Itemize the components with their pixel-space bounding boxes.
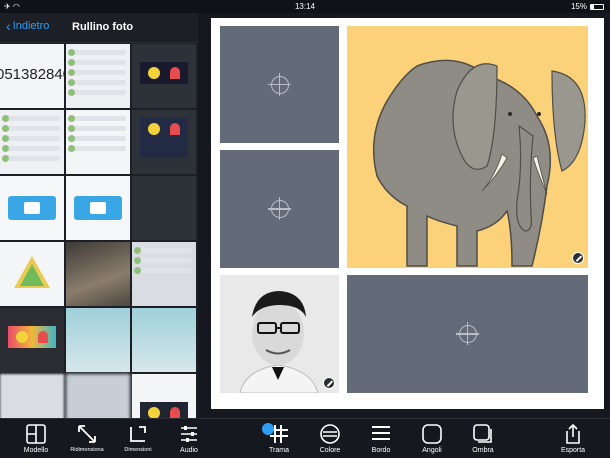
border-icon <box>372 426 390 440</box>
back-label: Indietro <box>12 20 50 32</box>
battery-percent: 15% <box>570 2 587 11</box>
tool-label: Colore <box>319 447 341 454</box>
shadow-icon <box>473 424 492 443</box>
empty-photo-slot[interactable] <box>220 150 339 268</box>
photo-thumb[interactable] <box>0 110 64 174</box>
portrait-photo-slot[interactable] <box>220 275 339 393</box>
tool-ombra[interactable]: Ombra <box>458 423 508 454</box>
resize-icon <box>78 425 96 443</box>
portrait-photo <box>220 275 339 393</box>
tool-colore[interactable]: Colore <box>305 423 355 454</box>
chevron-left-icon: ‹ <box>6 18 11 34</box>
thumb-number-text: 051382840 <box>0 66 64 83</box>
share-icon <box>566 423 580 444</box>
tool-esporta[interactable]: Esporta <box>548 423 598 454</box>
photo-thumb[interactable] <box>66 374 130 418</box>
tool-label: Modello <box>23 447 49 454</box>
empty-photo-slot[interactable] <box>220 26 339 143</box>
photo-thumb[interactable] <box>132 242 196 306</box>
tool-label: Bordo <box>371 447 391 454</box>
edit-photo-icon[interactable] <box>323 377 335 389</box>
empty-photo-slot[interactable] <box>347 275 588 393</box>
corners-icon <box>422 424 442 444</box>
photo-thumb[interactable] <box>66 110 130 174</box>
status-bar: ✈ ◠ 13:14 15% <box>0 0 610 13</box>
photo-thumb[interactable] <box>0 308 64 372</box>
tool-trama[interactable]: Trama <box>254 423 304 454</box>
dimensions-icon <box>130 426 146 442</box>
sliders-icon <box>181 426 197 442</box>
color-icon <box>320 424 340 444</box>
photo-thumb[interactable] <box>132 176 196 240</box>
back-button[interactable]: ‹ Indietro <box>6 18 50 34</box>
status-time: 13:14 <box>294 2 316 11</box>
collage-frame <box>211 18 604 409</box>
elephant-drawing <box>372 59 586 267</box>
tool-label: Audio <box>180 447 198 454</box>
photo-thumb[interactable] <box>66 242 130 306</box>
photo-grid: 051382840 <box>0 44 196 418</box>
battery-icon <box>590 3 604 10</box>
photo-thumb[interactable] <box>0 242 64 306</box>
sidebar-title: Rullino foto <box>72 21 134 33</box>
tool-angoli[interactable]: Angoli <box>407 423 457 454</box>
tool-label: Esporta <box>560 447 586 454</box>
tool-label: Dimensioni <box>124 447 152 453</box>
tool-label: Angoli <box>422 447 442 454</box>
sidebar-navbar: ‹ Indietro Rullino foto <box>0 13 198 43</box>
tool-ridimensiona[interactable]: Ridimensiona <box>62 423 112 453</box>
tool-audio[interactable]: Audio <box>164 423 214 454</box>
layout-icon <box>26 424 46 444</box>
photo-thumb[interactable] <box>132 308 196 372</box>
tool-label: Ombra <box>472 447 494 454</box>
photo-thumb[interactable] <box>66 44 130 108</box>
tool-label: Ridimensiona <box>70 447 104 453</box>
battery-indicator: 15% <box>571 2 604 11</box>
photo-thumb[interactable]: 051382840 <box>0 44 64 108</box>
photo-thumb[interactable] <box>0 176 64 240</box>
add-photo-icon <box>267 72 291 96</box>
tool-bordo[interactable]: Bordo <box>356 423 406 454</box>
add-photo-icon <box>267 197 291 220</box>
photo-thumb[interactable] <box>66 176 130 240</box>
photo-thumb[interactable] <box>132 44 196 108</box>
tool-label: Trama <box>269 447 289 454</box>
add-photo-icon <box>455 322 479 345</box>
photo-thumb[interactable] <box>132 110 196 174</box>
tool-modello[interactable]: Modello <box>11 423 61 454</box>
photo-thumb[interactable] <box>132 374 196 418</box>
photo-thumb[interactable] <box>66 308 130 372</box>
elephant-photo-slot[interactable] <box>347 26 588 268</box>
bottom-toolbar: Modello Ridimensiona Dimensioni Audio Tr… <box>0 418 610 458</box>
collage-canvas-area <box>198 13 610 418</box>
tool-dimensioni[interactable]: Dimensioni <box>113 423 163 453</box>
lock-badge-icon <box>262 423 274 435</box>
photo-thumb[interactable] <box>0 374 64 418</box>
photo-sidebar: ‹ Indietro Rullino foto 051382840 <box>0 13 198 418</box>
edit-photo-icon[interactable] <box>572 252 584 264</box>
